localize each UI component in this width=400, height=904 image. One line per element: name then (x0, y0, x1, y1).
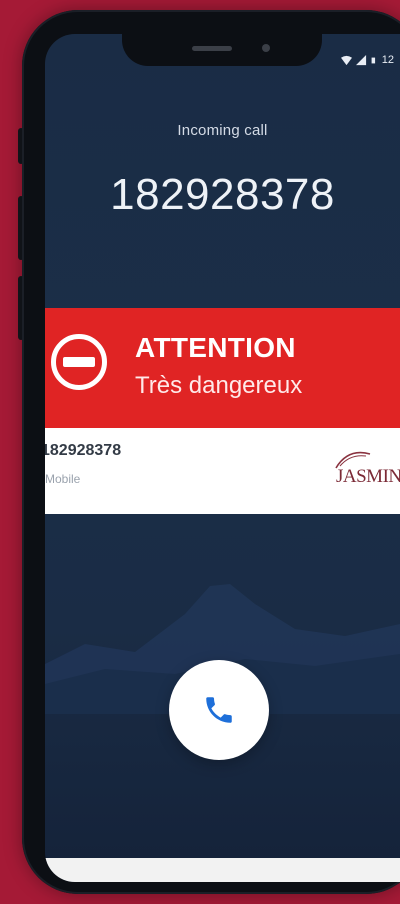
home-indicator-area (45, 858, 400, 882)
signal-icon (355, 54, 366, 65)
attention-subtitle: Très dangereux (135, 372, 303, 399)
caller-card[interactable]: 182928378 Mobile JASMIN (45, 428, 400, 514)
incoming-call-label: Incoming call (177, 122, 268, 139)
answer-call-button[interactable] (169, 660, 269, 760)
stage: 12 Incoming call 182928378 ATTENTION Trè… (0, 0, 400, 904)
status-bar: 12 (340, 54, 394, 66)
battery-icon (371, 57, 375, 63)
front-camera (262, 44, 270, 52)
no-entry-icon (51, 334, 107, 390)
caller-number: 182928378 (110, 170, 335, 219)
attention-banner: ATTENTION Très dangereux (45, 308, 400, 428)
card-caller-number: 182928378 (45, 442, 122, 459)
brand-logo: JASMIN (330, 446, 400, 494)
speaker-grille (192, 46, 232, 51)
brand-name: JASMIN (336, 466, 400, 487)
notch (122, 14, 322, 66)
phone-icon (206, 697, 232, 723)
wifi-icon (340, 55, 352, 65)
attention-title: ATTENTION (135, 332, 296, 363)
phone-screen: 12 Incoming call 182928378 ATTENTION Trè… (45, 34, 400, 882)
status-time: 12 (381, 54, 394, 66)
card-caller-type: Mobile (45, 472, 81, 486)
